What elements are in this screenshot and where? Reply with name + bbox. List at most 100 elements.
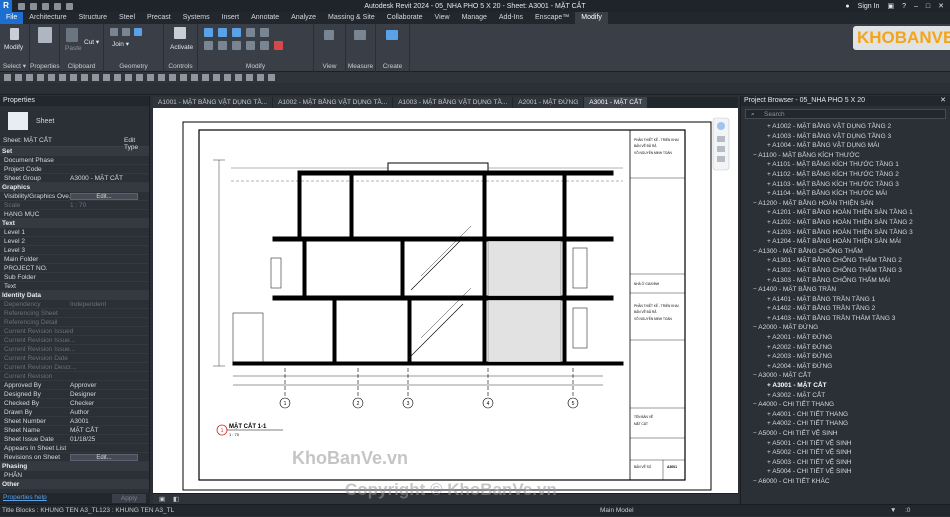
ribbon-tab-structure[interactable]: Structure [73,12,113,24]
minimize-icon[interactable]: – [914,3,918,10]
ribbon-tab-architecture[interactable]: Architecture [23,12,72,24]
sign-in-link[interactable]: Sign In [858,3,880,10]
property-row[interactable]: Current Revision Issue... [0,336,149,345]
browser-group[interactable]: − A4000 - CHI TIẾT THANG [741,400,950,410]
tool-icon[interactable] [15,74,22,81]
tool-icon[interactable] [37,74,44,81]
modify-cursor-icon[interactable] [10,28,19,40]
array-icon[interactable] [246,41,255,50]
delete-icon[interactable] [274,41,283,50]
property-row[interactable]: Main Folder [0,255,149,264]
ribbon-tab-view[interactable]: View [429,12,456,24]
mirror-icon[interactable] [232,28,241,37]
property-row[interactable]: Appears In Sheet List [0,444,149,453]
scale-toggle-icon[interactable]: ▣ [159,495,165,503]
close-icon[interactable]: ✕ [940,96,946,106]
move-icon[interactable] [246,28,255,37]
property-row[interactable]: Current Revision [0,372,149,381]
revit-logo[interactable]: R [0,0,12,12]
edit-type-button[interactable]: Edit Type [124,137,149,151]
property-value[interactable]: 1 : 70 [70,201,86,210]
browser-sheet[interactable]: + A1302 - MẶT BẰNG CHỐNG THẤM TẦNG 3 [741,266,950,276]
property-row[interactable]: PROJECT NO. [0,264,149,273]
browser-sheet[interactable]: + A1403 - MẶT BẰNG TRẦN THẤM TẦNG 3 [741,314,950,324]
properties-help-link[interactable]: Properties help [3,494,47,501]
apply-button[interactable]: Apply [112,494,146,503]
browser-group[interactable]: − A1400 - MẶT BẰNG TRẦN [741,285,950,295]
browser-sheet[interactable]: + A2004 - MẶT ĐỨNG [741,362,950,372]
tool-icon[interactable] [92,74,99,81]
ribbon-tab-insert[interactable]: Insert [216,12,246,24]
browser-group[interactable]: − A5000 - CHI TIẾT VỆ SINH [741,429,950,439]
activate-icon[interactable] [174,27,186,39]
browser-sheet[interactable]: + A1402 - MẶT BẰNG TRẦN TẦNG 2 [741,304,950,314]
browser-group[interactable]: − A6000 - CHI TIẾT KHÁC [741,477,950,487]
browser-group[interactable]: − A1100 - MẶT BẰNG KÍCH THƯỚC [741,151,950,161]
property-row[interactable]: Sub Folder [0,273,149,282]
property-row[interactable]: Designed By Designer [0,390,149,399]
browser-sheet[interactable]: + A1301 - MẶT BẰNG CHỐNG THẤM TẦNG 2 [741,256,950,266]
ribbon-tab-collaborate[interactable]: Collaborate [381,12,429,24]
property-row[interactable]: Visibility/Graphics Ove... Edit... [0,192,149,201]
browser-sheet[interactable]: + A1204 - MẶT BẰNG HOÀN THIỆN SÀN MÁI [741,237,950,247]
cut-geometry-icon[interactable] [122,28,130,36]
property-value[interactable]: MẶT CẮT [70,426,98,435]
browser-sheet[interactable]: + A1103 - MẶT BẰNG KÍCH THƯỚC TẦNG 3 [741,180,950,190]
browser-group[interactable]: − A1200 - MẶT BẰNG HOÀN THIỆN SÀN [741,199,950,209]
tool-icon[interactable] [59,74,66,81]
view-tab[interactable]: A3001 - MẶT CẮT [584,97,648,108]
browser-sheet[interactable]: + A1104 - MẶT BẰNG KÍCH THƯỚC MÁI [741,189,950,199]
rotate-icon[interactable] [204,41,213,50]
property-value[interactable]: Checker [70,399,94,408]
browser-sheet[interactable]: + A1004 - MẶT BẰNG VẬT DỤNG MÁI [741,141,950,151]
print-icon[interactable] [66,2,73,10]
browser-sheet[interactable]: + A1101 - MẶT BẰNG KÍCH THƯỚC TẦNG 1 [741,160,950,170]
property-row[interactable]: Sheet Number A3001 [0,417,149,426]
view-tab[interactable]: A1003 - MẶT BẰNG VẬT DỤNG TẦ... [393,97,513,108]
ribbon-tab-precast[interactable]: Precast [141,12,177,24]
property-row[interactable]: PHÂN [0,471,149,480]
property-value[interactable]: 01/18/25 [70,435,95,444]
tool-icon[interactable] [48,74,55,81]
ribbon-tab-add-ins[interactable]: Add-Ins [493,12,529,24]
property-row[interactable]: Project Code [0,165,149,174]
property-value[interactable]: Designer [70,390,96,399]
paste-icon[interactable] [66,28,78,42]
property-value[interactable]: Independent [70,300,106,309]
browser-sheet[interactable]: + A5004 - CHI TIẾT VỆ SINH [741,467,950,477]
property-row[interactable]: Scale 1 : 70 [0,201,149,210]
ribbon-tab-enscape-[interactable]: Enscape™ [529,12,575,24]
tool-icon[interactable] [26,74,33,81]
tool-icon[interactable] [213,74,220,81]
property-category[interactable]: Graphics [0,183,149,192]
tool-icon[interactable] [180,74,187,81]
property-row[interactable]: Sheet Name MẶT CẮT [0,426,149,435]
browser-sheet[interactable]: + A3001 - MẶT CẮT [741,381,950,391]
property-row[interactable]: Current Revision Date [0,354,149,363]
browser-search-input[interactable]: ⌕ Search [745,109,946,119]
tool-icon[interactable] [257,74,264,81]
browser-sheet[interactable]: + A5003 - CHI TIẾT VỆ SINH [741,458,950,468]
create-assembly-icon[interactable] [386,30,398,40]
property-row[interactable]: Document Phase [0,156,149,165]
modify-button[interactable]: Modify [4,44,23,51]
browser-sheet[interactable]: + A4001 - CHI TIẾT THANG [741,410,950,420]
browser-sheet[interactable]: + A2003 - MẶT ĐỨNG [741,352,950,362]
drawing-canvas[interactable]: PHẦN THIẾT KẾ - TRIỂN KHAI BẢN VẼ ĐÃ RÃ … [153,108,738,493]
paste-button[interactable]: Paste [65,45,82,52]
tool-icon[interactable] [246,74,253,81]
tool-icon[interactable] [125,74,132,81]
browser-sheet[interactable]: + A4002 - CHI TIẾT THANG [741,419,950,429]
property-value[interactable]: Approver [70,381,96,390]
open-icon[interactable] [18,2,25,10]
visual-style-icon[interactable]: ◧ [173,495,179,503]
property-value[interactable]: Author [70,408,89,417]
edit-button[interactable]: Edit... [70,454,138,461]
browser-sheet[interactable]: + A2002 - MẶT ĐỨNG [741,343,950,353]
tool-icon[interactable] [202,74,209,81]
instance-selector[interactable]: Sheet: MẶT CẮT [3,137,52,144]
property-row[interactable]: Checked By Checker [0,399,149,408]
cope-icon[interactable] [110,28,118,36]
scale-icon[interactable] [260,41,269,50]
property-category[interactable]: Phasing [0,462,149,471]
